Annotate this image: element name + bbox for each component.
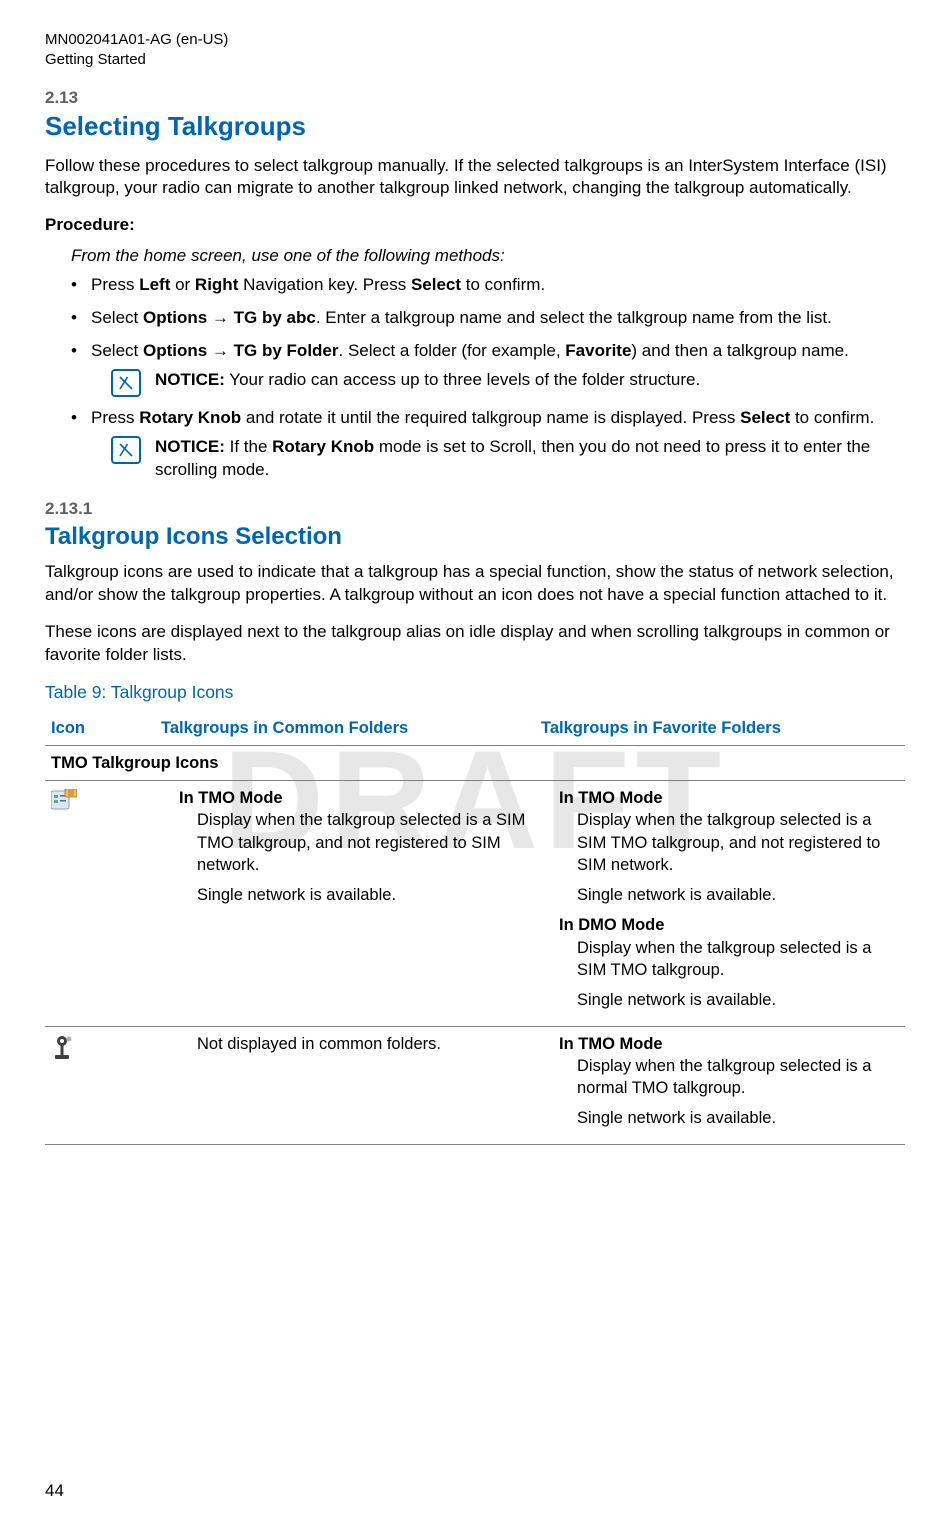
text: or <box>170 275 195 294</box>
bold: Right <box>195 275 238 294</box>
extra-desc: Single network is available. <box>197 884 529 906</box>
section-number: 2.13 <box>45 87 905 110</box>
table-header-icon: Icon <box>45 711 155 746</box>
bold: Select <box>740 408 790 427</box>
page-number: 44 <box>45 1480 64 1503</box>
list-item: Select Options → TG by Folder. Select a … <box>71 340 905 397</box>
procedure-label: Procedure: <box>45 214 905 237</box>
text: to confirm. <box>790 408 874 427</box>
text: to confirm. <box>461 275 545 294</box>
subsection-para1: Talkgroup icons are used to indicate tha… <box>45 561 905 607</box>
text: → <box>207 341 233 360</box>
table-cell-common: In TMO Mode Display when the talkgroup s… <box>155 781 535 1026</box>
antenna-talkgroup-icon <box>51 1035 73 1061</box>
extra-desc: Single network is available. <box>577 884 899 906</box>
icon-cell <box>45 1026 155 1144</box>
table-cell-favorite: In TMO Mode Display when the talkgroup s… <box>535 781 905 1026</box>
table-caption: Table 9: Talkgroup Icons <box>45 681 905 705</box>
table-subheader: TMO Talkgroup Icons <box>45 745 905 780</box>
table-cell-favorite: In TMO Mode Display when the talkgroup s… <box>535 1026 905 1144</box>
bold: TG by Folder <box>234 341 339 360</box>
bold: Favorite <box>565 341 631 360</box>
text: and rotate it until the required talkgro… <box>241 408 740 427</box>
bold: Left <box>139 275 170 294</box>
procedure-list: Press Left or Right Navigation key. Pres… <box>71 274 905 482</box>
doc-section: Getting Started <box>45 50 905 70</box>
notice-box: NOTICE: Your radio can access up to thre… <box>111 369 905 397</box>
notice-text: NOTICE: If the Rotary Knob mode is set t… <box>155 436 905 482</box>
text: . Select a folder (for example, <box>339 341 566 360</box>
bold: Rotary Knob <box>139 408 241 427</box>
notice-box: NOTICE: If the Rotary Knob mode is set t… <box>111 436 905 482</box>
notice-label: NOTICE: <box>155 370 225 389</box>
text: Select <box>91 341 143 360</box>
notice-icon <box>111 369 141 397</box>
cell-text: Not displayed in common folders. <box>197 1033 529 1055</box>
bold: Rotary Knob <box>272 437 374 456</box>
subsection-para2: These icons are displayed next to the ta… <box>45 621 905 667</box>
notice-body: Your radio can access up to three levels… <box>225 370 700 389</box>
list-item: Press Left or Right Navigation key. Pres… <box>71 274 905 297</box>
section-title: Selecting Talkgroups <box>45 109 905 144</box>
text: ) and then a talkgroup name. <box>631 341 848 360</box>
mode-desc: Display when the talkgroup selected is a… <box>577 809 899 876</box>
extra-desc: Single network is available. <box>577 989 899 1011</box>
text: . Enter a talkgroup name and select the … <box>316 308 832 327</box>
section-intro: Follow these procedures to select talkgr… <box>45 155 905 201</box>
talkgroup-icons-table: Icon Talkgroups in Common Folders Talkgr… <box>45 711 905 1145</box>
subsection-title: Talkgroup Icons Selection <box>45 521 905 553</box>
bold: Select <box>411 275 461 294</box>
text: → <box>207 308 233 327</box>
table-row: In TMO Mode Display when the talkgroup s… <box>45 781 905 1026</box>
mode-desc: Display when the talkgroup selected is a… <box>577 1055 899 1100</box>
mode-desc: Display when the talkgroup selected is a… <box>577 937 899 982</box>
table-row: Not displayed in common folders. In TMO … <box>45 1026 905 1144</box>
bold: Options <box>143 308 207 327</box>
icon-cell <box>45 781 155 1026</box>
text: If the <box>225 437 272 456</box>
instruction-intro: From the home screen, use one of the fol… <box>71 245 905 268</box>
mode-label: In DMO Mode <box>559 914 899 936</box>
table-header-favorite: Talkgroups in Favorite Folders <box>535 711 905 746</box>
text: Press <box>91 408 139 427</box>
mode-label: In TMO Mode <box>559 787 899 809</box>
list-item: Select Options → TG by abc. Enter a talk… <box>71 307 905 330</box>
subsection-number: 2.13.1 <box>45 498 905 521</box>
list-item: Press Rotary Knob and rotate it until th… <box>71 407 905 482</box>
notice-label: NOTICE: <box>155 437 225 456</box>
doc-id: MN002041A01-AG (en-US) <box>45 30 905 50</box>
notice-icon <box>111 436 141 464</box>
mode-desc: Display when the talkgroup selected is a… <box>197 809 529 876</box>
bold: TG by abc <box>234 308 316 327</box>
mode-label: In TMO Mode <box>559 1033 899 1055</box>
sim-talkgroup-icon <box>51 789 77 811</box>
extra-desc: Single network is available. <box>577 1107 899 1129</box>
table-header-common: Talkgroups in Common Folders <box>155 711 535 746</box>
notice-text: NOTICE: Your radio can access up to thre… <box>155 369 905 392</box>
table-cell-common: Not displayed in common folders. <box>155 1026 535 1144</box>
text: Navigation key. Press <box>238 275 411 294</box>
text: Select <box>91 308 143 327</box>
bold: Options <box>143 341 207 360</box>
mode-label: In TMO Mode <box>179 787 529 809</box>
text: Press <box>91 275 139 294</box>
